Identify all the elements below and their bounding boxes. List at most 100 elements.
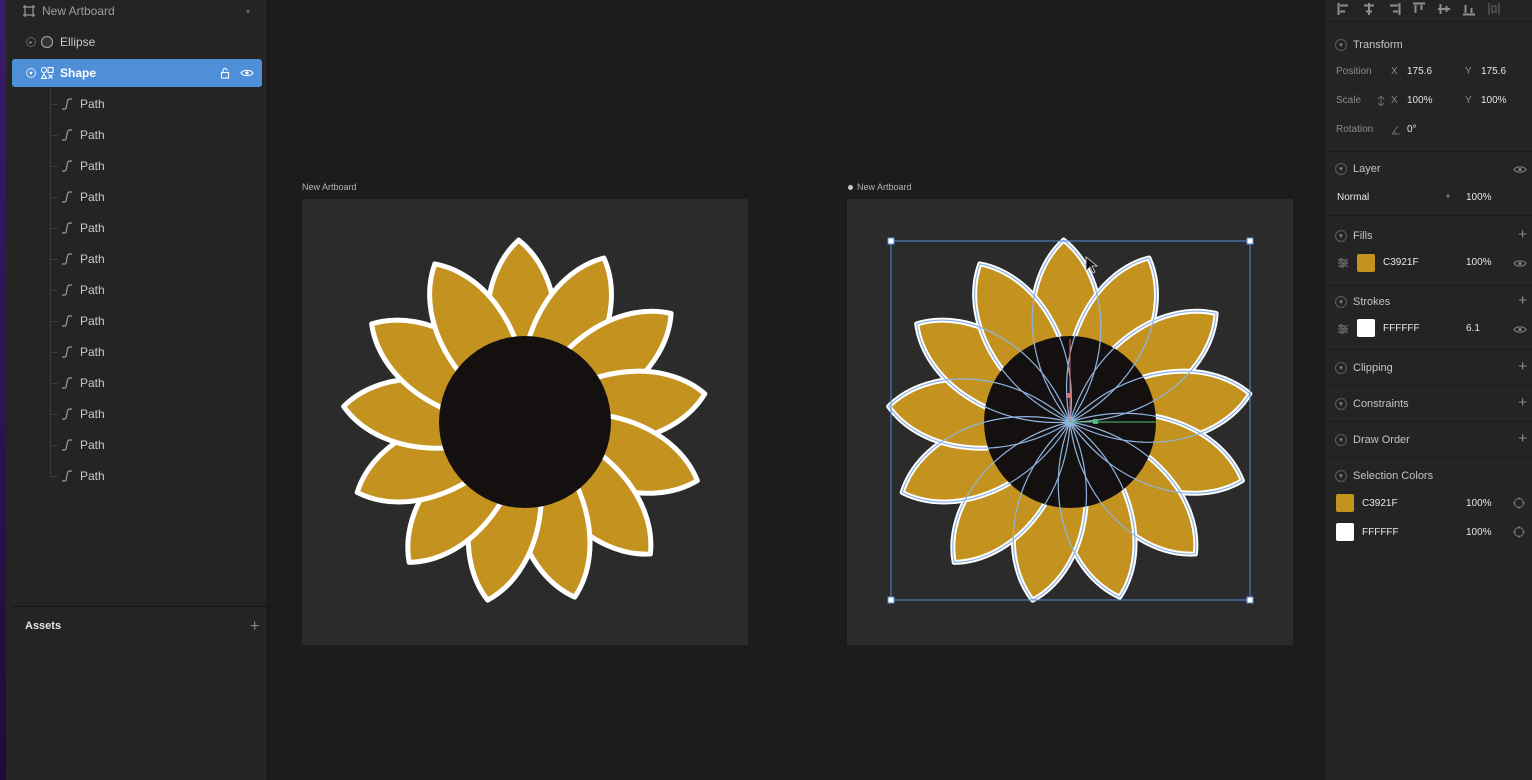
selection-color-opacity[interactable]: 100% — [1466, 498, 1492, 509]
constraints-section: ▾ Constraints + — [1325, 386, 1532, 422]
layer-ellipse[interactable]: ▸ Ellipse — [12, 28, 262, 56]
align-left-icon[interactable] — [1337, 2, 1351, 16]
distribute-icon[interactable] — [1487, 2, 1501, 16]
layer-title: Layer — [1353, 163, 1381, 175]
sliders-icon[interactable] — [1337, 323, 1349, 335]
add-fill-button[interactable]: + — [1518, 226, 1527, 243]
clipping-section: ▾ Clipping + — [1325, 350, 1532, 386]
position-x-label: X — [1391, 66, 1398, 77]
layer-shape-label: Shape — [60, 66, 97, 80]
stroke-color-swatch[interactable] — [1357, 319, 1375, 337]
align-right-icon[interactable] — [1387, 2, 1401, 16]
chevron-down-icon[interactable]: ▾ — [1446, 192, 1450, 201]
position-x-input[interactable]: 175.6 — [1407, 66, 1432, 77]
layer-path[interactable]: Path — [12, 214, 262, 242]
eye-icon[interactable] — [1513, 165, 1527, 174]
rotation-input[interactable]: 0° — [1407, 124, 1417, 135]
ellipse-icon — [40, 35, 54, 49]
sliders-icon[interactable] — [1337, 257, 1349, 269]
path-icon — [62, 315, 72, 327]
add-stroke-button[interactable]: + — [1518, 292, 1527, 309]
eye-icon[interactable] — [1513, 259, 1527, 268]
path-icon — [62, 346, 72, 358]
layer-path[interactable]: Path — [12, 152, 262, 180]
fills-header[interactable]: ▾ Fills — [1335, 228, 1373, 244]
eye-icon[interactable] — [1513, 325, 1527, 334]
target-icon[interactable] — [1513, 497, 1525, 509]
stroke-hex-input[interactable]: FFFFFF — [1383, 323, 1420, 334]
layer-path[interactable]: Path — [12, 183, 262, 211]
scale-x-input[interactable]: 100% — [1407, 95, 1433, 106]
strokes-title: Strokes — [1353, 296, 1391, 308]
align-top-icon[interactable] — [1412, 2, 1426, 16]
layer-path-label: Path — [80, 128, 105, 142]
transform-header[interactable]: ▾ Transform — [1335, 37, 1403, 53]
draw-order-title: Draw Order — [1353, 434, 1410, 446]
artboard-left[interactable] — [302, 199, 748, 645]
draw-order-header[interactable]: ▾ Draw Order — [1335, 432, 1410, 448]
layer-shape[interactable]: ▾ Shape — [12, 59, 262, 87]
shape-icon — [40, 66, 54, 80]
layer-path[interactable]: Path — [12, 400, 262, 428]
blend-mode-select[interactable]: Normal — [1337, 192, 1369, 203]
layer-path[interactable]: Path — [12, 462, 262, 490]
position-y-input[interactable]: 175.6 — [1481, 66, 1506, 77]
selection-color-hex[interactable]: C3921F — [1362, 498, 1398, 509]
selection-colors-header[interactable]: ▾ Selection Colors — [1335, 468, 1433, 484]
constraints-header[interactable]: ▾ Constraints — [1335, 396, 1409, 412]
layer-opacity-input[interactable]: 100% — [1466, 192, 1492, 203]
strokes-header[interactable]: ▾ Strokes — [1335, 294, 1390, 310]
link-scale-icon[interactable] — [1377, 96, 1385, 106]
align-center-horizontal-icon[interactable] — [1362, 2, 1376, 16]
layer-artboard-label: New Artboard — [42, 4, 115, 18]
layer-path[interactable]: Path — [12, 245, 262, 273]
selection-color-opacity[interactable]: 100% — [1466, 527, 1492, 538]
path-icon — [62, 253, 72, 265]
chevron-down-icon[interactable]: ▾ — [246, 7, 250, 16]
expand-toggle-icon[interactable]: ▸ — [26, 37, 36, 47]
layer-path-label: Path — [80, 469, 105, 483]
layer-artboard[interactable]: New Artboard ▾ — [12, 0, 262, 25]
target-icon[interactable] — [1513, 526, 1525, 538]
layer-path[interactable]: Path — [12, 307, 262, 335]
scale-y-input[interactable]: 100% — [1481, 95, 1507, 106]
unlock-icon[interactable] — [220, 67, 232, 79]
rive-editor: New Artboard ▾ ▸ Ellipse ▾ Shape Path Pa… — [0, 0, 1532, 780]
clipping-title: Clipping — [1353, 362, 1393, 374]
layer-path-label: Path — [80, 252, 105, 266]
align-center-vertical-icon[interactable] — [1437, 2, 1451, 16]
eye-icon[interactable] — [240, 68, 254, 78]
layer-path[interactable]: Path — [12, 338, 262, 366]
layer-path[interactable]: Path — [12, 121, 262, 149]
fill-opacity-input[interactable]: 100% — [1466, 257, 1492, 268]
stroke-width-input[interactable]: 6.1 — [1466, 323, 1480, 334]
align-bottom-icon[interactable] — [1462, 2, 1476, 16]
clipping-header[interactable]: ▾ Clipping — [1335, 360, 1393, 376]
layer-path-label: Path — [80, 376, 105, 390]
artboard-right[interactable] — [847, 199, 1293, 645]
canvas[interactable]: New Artboard New Artboard — [270, 0, 1324, 780]
collapse-toggle-icon[interactable]: ▾ — [26, 68, 36, 78]
layer-header[interactable]: ▾ Layer — [1335, 161, 1381, 177]
layer-path[interactable]: Path — [12, 431, 262, 459]
layer-path-label: Path — [80, 283, 105, 297]
inspector-panel: ▾ Transform Position X 175.6 Y 175.6 Sca… — [1324, 0, 1532, 780]
selection-color-hex[interactable]: FFFFFF — [1362, 527, 1399, 538]
selection-color-swatch[interactable] — [1336, 494, 1354, 512]
flower-center — [439, 336, 611, 508]
layer-path[interactable]: Path — [12, 90, 262, 118]
path-icon — [62, 160, 72, 172]
add-constraint-button[interactable]: + — [1518, 394, 1527, 411]
add-draw-order-button[interactable]: + — [1518, 430, 1527, 447]
layer-path[interactable]: Path — [12, 369, 262, 397]
path-icon — [62, 470, 72, 482]
selection-color-swatch[interactable] — [1336, 523, 1354, 541]
divider — [12, 606, 274, 607]
layer-path[interactable]: Path — [12, 276, 262, 304]
fill-hex-input[interactable]: C3921F — [1383, 257, 1419, 268]
add-clipping-button[interactable]: + — [1518, 358, 1527, 375]
path-icon — [62, 377, 72, 389]
transform-title: Transform — [1353, 39, 1403, 51]
fill-color-swatch[interactable] — [1357, 254, 1375, 272]
add-asset-button[interactable]: + — [250, 618, 259, 636]
